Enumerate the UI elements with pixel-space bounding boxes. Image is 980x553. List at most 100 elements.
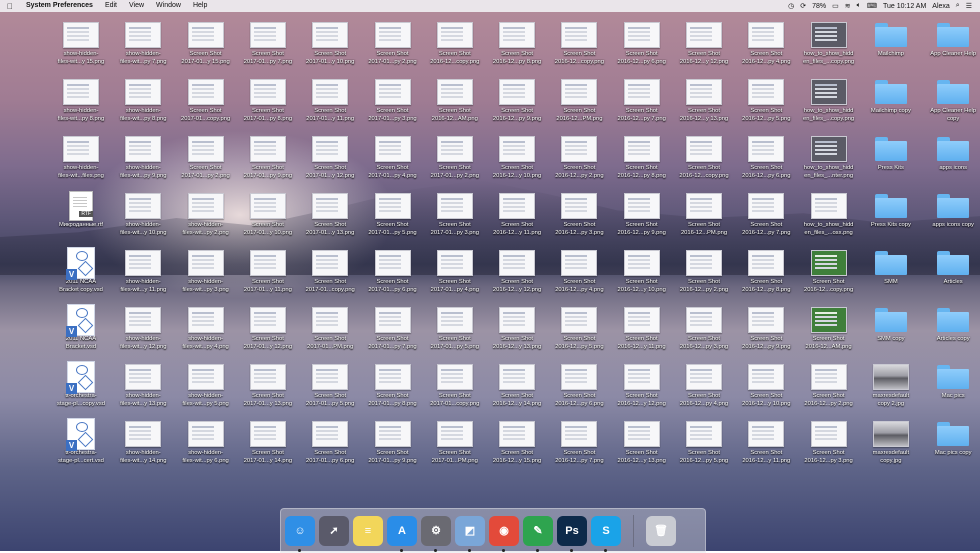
desktop-file[interactable]: Screen Shot 2016-12...AM.png xyxy=(424,77,486,131)
desktop-file[interactable]: show-hidden-files-wit...py 5.png xyxy=(175,362,237,416)
desktop-file[interactable]: Screen Shot 2017-01...py 2.png xyxy=(362,20,424,74)
desktop-file[interactable]: Articles xyxy=(922,248,980,302)
desktop-file[interactable]: show-hidden-files-wit...py 3.png xyxy=(175,248,237,302)
desktop-file[interactable]: Screen Shot 2016-12...py 7.png xyxy=(548,419,610,473)
desktop-file[interactable]: how_to_show_hidd en_files_...copy.png xyxy=(798,20,860,74)
desktop-file[interactable]: Screen Shot 2016-12...py 9.png xyxy=(735,305,797,359)
desktop-file[interactable]: Screen Shot 2016-12...py 2.png xyxy=(548,134,610,188)
launchpad-icon[interactable]: ➚ xyxy=(319,515,349,546)
desktop-file[interactable]: apps icons xyxy=(922,134,980,188)
desktop-file[interactable]: SMM copy xyxy=(860,305,922,359)
desktop-file[interactable]: show-hidden-files-wit...y 11.png xyxy=(112,248,174,302)
desktop-file[interactable]: maxresdefault copy.jpg xyxy=(860,419,922,473)
desktop-file[interactable]: Screen Shot 2017-01...py 7.png xyxy=(237,20,299,74)
desktop-file[interactable]: Screen Shot 2017-01...y 12.png xyxy=(237,305,299,359)
desktop-file[interactable]: Screen Shot 2016-12...py 4.png xyxy=(735,20,797,74)
desktop-file[interactable]: Screen Shot 2016-12...y 11.png xyxy=(611,305,673,359)
desktop-file[interactable]: Press Kits xyxy=(860,134,922,188)
desktop-file[interactable]: Screen Shot 2016-12...py 6.png xyxy=(735,134,797,188)
desktop-file[interactable]: Screen Shot 2017-01...py 2.png xyxy=(175,134,237,188)
desktop-file[interactable]: Screen Shot 2016-12...copy.png xyxy=(798,248,860,302)
desktop-file[interactable]: Screen Shot 2017-01...y 11.png xyxy=(237,248,299,302)
desktop-file[interactable]: Screen Shot 2017-01...py 5.png xyxy=(299,362,361,416)
desktop-file[interactable]: Screen Shot 2016-12...y 10.png xyxy=(611,248,673,302)
desktop-file[interactable]: show-hidden-files-wit...py 9.png xyxy=(112,134,174,188)
desktop-file[interactable]: Screen Shot 2016-12...py 6.png xyxy=(611,20,673,74)
desktop-file[interactable]: Screen Shot 2017-01...py 3.png xyxy=(362,77,424,131)
desktop-file[interactable]: Screen Shot 2016-12...py 5.png xyxy=(735,77,797,131)
desktop-file[interactable]: Screen Shot 2016-12...y 10.png xyxy=(735,362,797,416)
desktop-file[interactable]: show-hidden-files-wit...py 6.png xyxy=(175,419,237,473)
desktop-file[interactable]: Screen Shot 2017-01...y 11.png xyxy=(299,77,361,131)
desktop-file[interactable]: Screen Shot 2016-12...py 4.png xyxy=(673,362,735,416)
desktop-file[interactable]: Screen Shot 2017-01...py 4.png xyxy=(362,134,424,188)
desktop-file[interactable]: Screen Shot 2016-12...py 8.png xyxy=(486,20,548,74)
desktop-file[interactable]: Screen Shot 2016-12...py 3.png xyxy=(673,305,735,359)
desktop-file[interactable]: Screen Shot 2017-01...copy.png xyxy=(424,362,486,416)
desktop-file[interactable]: Mailchimp xyxy=(860,20,922,74)
desktop-file[interactable]: apps icons copy xyxy=(922,191,980,245)
desktop-file[interactable]: SMM xyxy=(860,248,922,302)
desktop-file[interactable]: Screen Shot 2017-01...py 5.png xyxy=(362,191,424,245)
desktop-file[interactable]: Screen Shot 2017-01...py 6.png xyxy=(362,248,424,302)
desktop-file[interactable]: show-hidden-files-wit...py 8.png xyxy=(50,77,112,131)
desktop-file[interactable]: Screen Shot 2017-01...py 9.png xyxy=(237,134,299,188)
desktop-file[interactable]: Mac pics copy xyxy=(922,419,980,473)
desktop-file[interactable]: Screen Shot 2017-01...y 10.png xyxy=(299,20,361,74)
desktop-file[interactable]: Vtt-orchestra-stage-pl...cert.vsd xyxy=(50,418,112,473)
desktop-file[interactable]: Screen Shot 2016-12...py 3.png xyxy=(798,419,860,473)
desktop-file[interactable]: Screen Shot 2016-12...PM.png xyxy=(673,191,735,245)
desktop-file[interactable]: show-hidden-files-wit...y 10.png xyxy=(112,191,174,245)
photoshop-icon[interactable]: Ps xyxy=(557,515,587,552)
desktop-file[interactable]: Screen Shot 2016-12...y 11.png xyxy=(486,191,548,245)
desktop-file[interactable]: Mac pics xyxy=(922,362,980,416)
desktop-file[interactable]: show-hidden-files-wit...y 14.png xyxy=(112,419,174,473)
desktop-file[interactable]: how_to_show_hidd en_files_...copy.png xyxy=(798,77,860,131)
desktop-file[interactable]: Screen Shot 2017-01...py 5.png xyxy=(424,305,486,359)
desktop-file[interactable]: Screen Shot 2016-12...y 13.png xyxy=(611,419,673,473)
desktop-file[interactable]: Screen Shot 2017-01...y 10.png xyxy=(237,191,299,245)
desktop-file[interactable]: show-hidden-files-wit...py 7.png xyxy=(112,20,174,74)
desktop-file[interactable]: Screen Shot 2016-12...copy.png xyxy=(424,20,486,74)
desktop-file[interactable]: show-hidden-files-wit...files.png xyxy=(50,134,112,188)
desktop-file[interactable]: Press Kits copy xyxy=(860,191,922,245)
desktop-file[interactable]: Screen Shot 2017-01...py 7.png xyxy=(362,305,424,359)
desktop-file[interactable]: Screen Shot 2016-12...py 5.png xyxy=(548,305,610,359)
desktop-file[interactable]: how_to_show_hidd en_files_...nter.png xyxy=(798,134,860,188)
desktop-file[interactable]: Screen Shot 2016-12...py 9.png xyxy=(611,191,673,245)
desktop-file[interactable]: show-hidden-files-wit...y 12.png xyxy=(112,305,174,359)
desktop-file[interactable]: Screen Shot 2017-01...copy.png xyxy=(175,77,237,131)
desktop-file[interactable]: RTF Микроданные.rtf xyxy=(50,191,112,245)
desktop-file[interactable]: show-hidden-files-wit...py 8.png xyxy=(112,77,174,131)
finder-icon[interactable]: ☺ xyxy=(285,515,315,552)
desktop-file[interactable]: Screen Shot 2017-01...py 8.png xyxy=(237,77,299,131)
app-store-icon[interactable]: A xyxy=(387,515,417,552)
desktop-file[interactable]: Screen Shot 2016-12...py 4.png xyxy=(548,248,610,302)
desktop-file[interactable]: show-hidden-files-wit...py 4.png xyxy=(175,305,237,359)
desktop-file[interactable]: show-hidden-files-wit...y 13.png xyxy=(112,362,174,416)
skype-icon[interactable]: S xyxy=(591,515,621,552)
desktop-file[interactable]: App Cleaner Help copy xyxy=(922,77,980,131)
desktop-file[interactable]: Screen Shot 2016-12...py 2.png xyxy=(798,362,860,416)
desktop-file[interactable]: Screen Shot 2017-01...py 2.png xyxy=(424,134,486,188)
desktop-file[interactable]: Screen Shot 2017-01...y 12.png xyxy=(299,134,361,188)
desktop-file[interactable]: Screen Shot 2017-01...py 9.png xyxy=(362,419,424,473)
desktop-file[interactable]: Screen Shot 2016-12...y 14.png xyxy=(486,362,548,416)
notes-icon[interactable]: ≡ xyxy=(353,515,383,546)
desktop-file[interactable]: Screen Shot 2016-12...py 7.png xyxy=(611,77,673,131)
desktop-file[interactable]: Screen Shot 2016-12...y 10.png xyxy=(486,134,548,188)
desktop-file[interactable]: Articles copy xyxy=(922,305,980,359)
preview-icon[interactable]: ◩ xyxy=(455,515,485,552)
desktop-file[interactable]: Screen Shot 2017-01...y 14.png xyxy=(237,419,299,473)
desktop-file[interactable]: Screen Shot 2017-01...py 3.png xyxy=(424,191,486,245)
desktop-file[interactable]: Screen Shot 2016-12...py 8.png xyxy=(735,248,797,302)
desktop-file[interactable]: Screen Shot 2016-12...y 13.png xyxy=(673,77,735,131)
desktop-file[interactable]: Screen Shot 2016-12...PM.png xyxy=(548,77,610,131)
desktop-file[interactable]: Mailchimp copy xyxy=(860,77,922,131)
desktop-file[interactable]: V 2011 NCAA Bracket.vsd xyxy=(50,304,112,359)
desktop-file[interactable]: Screen Shot 2016-12...y 12.png xyxy=(611,362,673,416)
desktop-file[interactable]: maxresdefault copy 2.jpg xyxy=(860,362,922,416)
desktop-file[interactable]: Screen Shot 2016-12...py 7.png xyxy=(735,191,797,245)
desktop-file[interactable]: Screen Shot 2016-12...AM.png xyxy=(798,305,860,359)
desktop-file[interactable]: App Cleaner Help xyxy=(922,20,980,74)
